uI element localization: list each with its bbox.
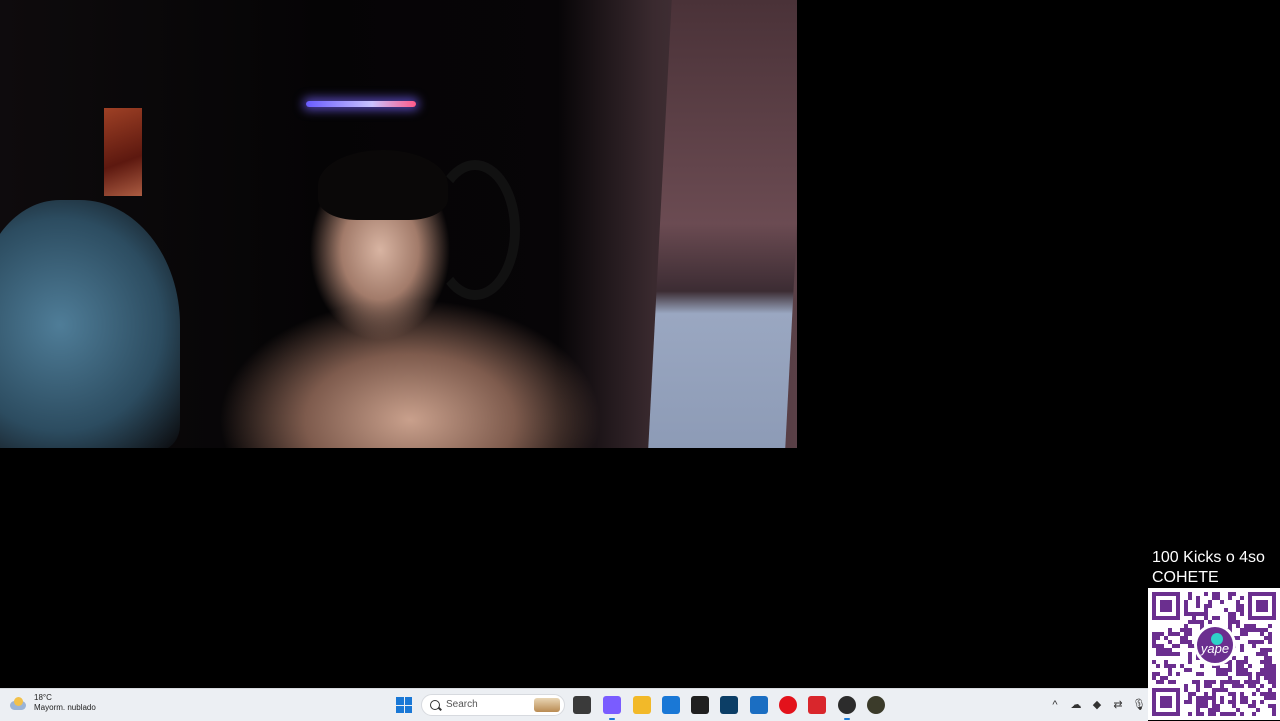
search-placeholder: Search xyxy=(446,699,478,710)
opera-icon[interactable] xyxy=(779,696,797,714)
start-button[interactable] xyxy=(396,697,412,713)
taskbar-search-box[interactable]: Search xyxy=(421,694,565,716)
nvidia-icon[interactable]: ◆ xyxy=(1090,698,1104,712)
windows-taskbar: 18°C Mayorm. nublado Search ^ ☁ ◆ ⇄ 🎙 xyxy=(0,688,1148,721)
dropbox-icon[interactable] xyxy=(691,696,709,714)
show-hidden-icons-chevron[interactable]: ^ xyxy=(1048,698,1062,712)
wps-office-icon[interactable] xyxy=(808,696,826,714)
yape-logo: yape xyxy=(1194,624,1236,666)
file-explorer-icon[interactable] xyxy=(633,696,651,714)
partly-cloudy-icon xyxy=(8,696,28,710)
donation-line-1: 100 Kicks o 4so xyxy=(1152,549,1265,566)
copilot-icon[interactable] xyxy=(603,696,621,720)
weather-condition: Mayorm. nublado xyxy=(34,703,96,712)
outlook-icon[interactable] xyxy=(750,696,768,714)
search-icon xyxy=(430,700,440,710)
donation-line-2: COHETE xyxy=(1152,569,1219,586)
webcam-headset xyxy=(430,160,520,300)
yape-logo-dot xyxy=(1211,633,1223,645)
microphone-icon[interactable]: 🎙 xyxy=(1132,698,1146,712)
webcam-neon-light xyxy=(306,101,416,107)
webcam-feed xyxy=(0,0,797,448)
weather-temperature: 18°C xyxy=(34,693,52,702)
network-icon[interactable]: ⇄ xyxy=(1111,698,1125,712)
search-highlight-image xyxy=(534,698,560,712)
obs-studio-icon[interactable] xyxy=(838,696,856,720)
task-view-icon[interactable] xyxy=(573,696,591,714)
terminal-icon[interactable] xyxy=(720,696,738,714)
steam-app-icon[interactable] xyxy=(867,696,885,714)
webcam-towel xyxy=(0,200,180,448)
webcam-person-hair xyxy=(318,150,448,220)
microsoft-store-icon[interactable] xyxy=(662,696,680,714)
cloud-sync-off-icon[interactable]: ☁ xyxy=(1069,698,1083,712)
yape-qr-code: yape xyxy=(1148,588,1280,720)
donation-overlay-text: 100 Kicks o 4so COHETE xyxy=(1152,548,1280,588)
webcam-poster xyxy=(104,108,142,196)
weather-widget[interactable]: 18°C Mayorm. nublado xyxy=(8,693,96,713)
webcam-wall xyxy=(648,0,797,448)
